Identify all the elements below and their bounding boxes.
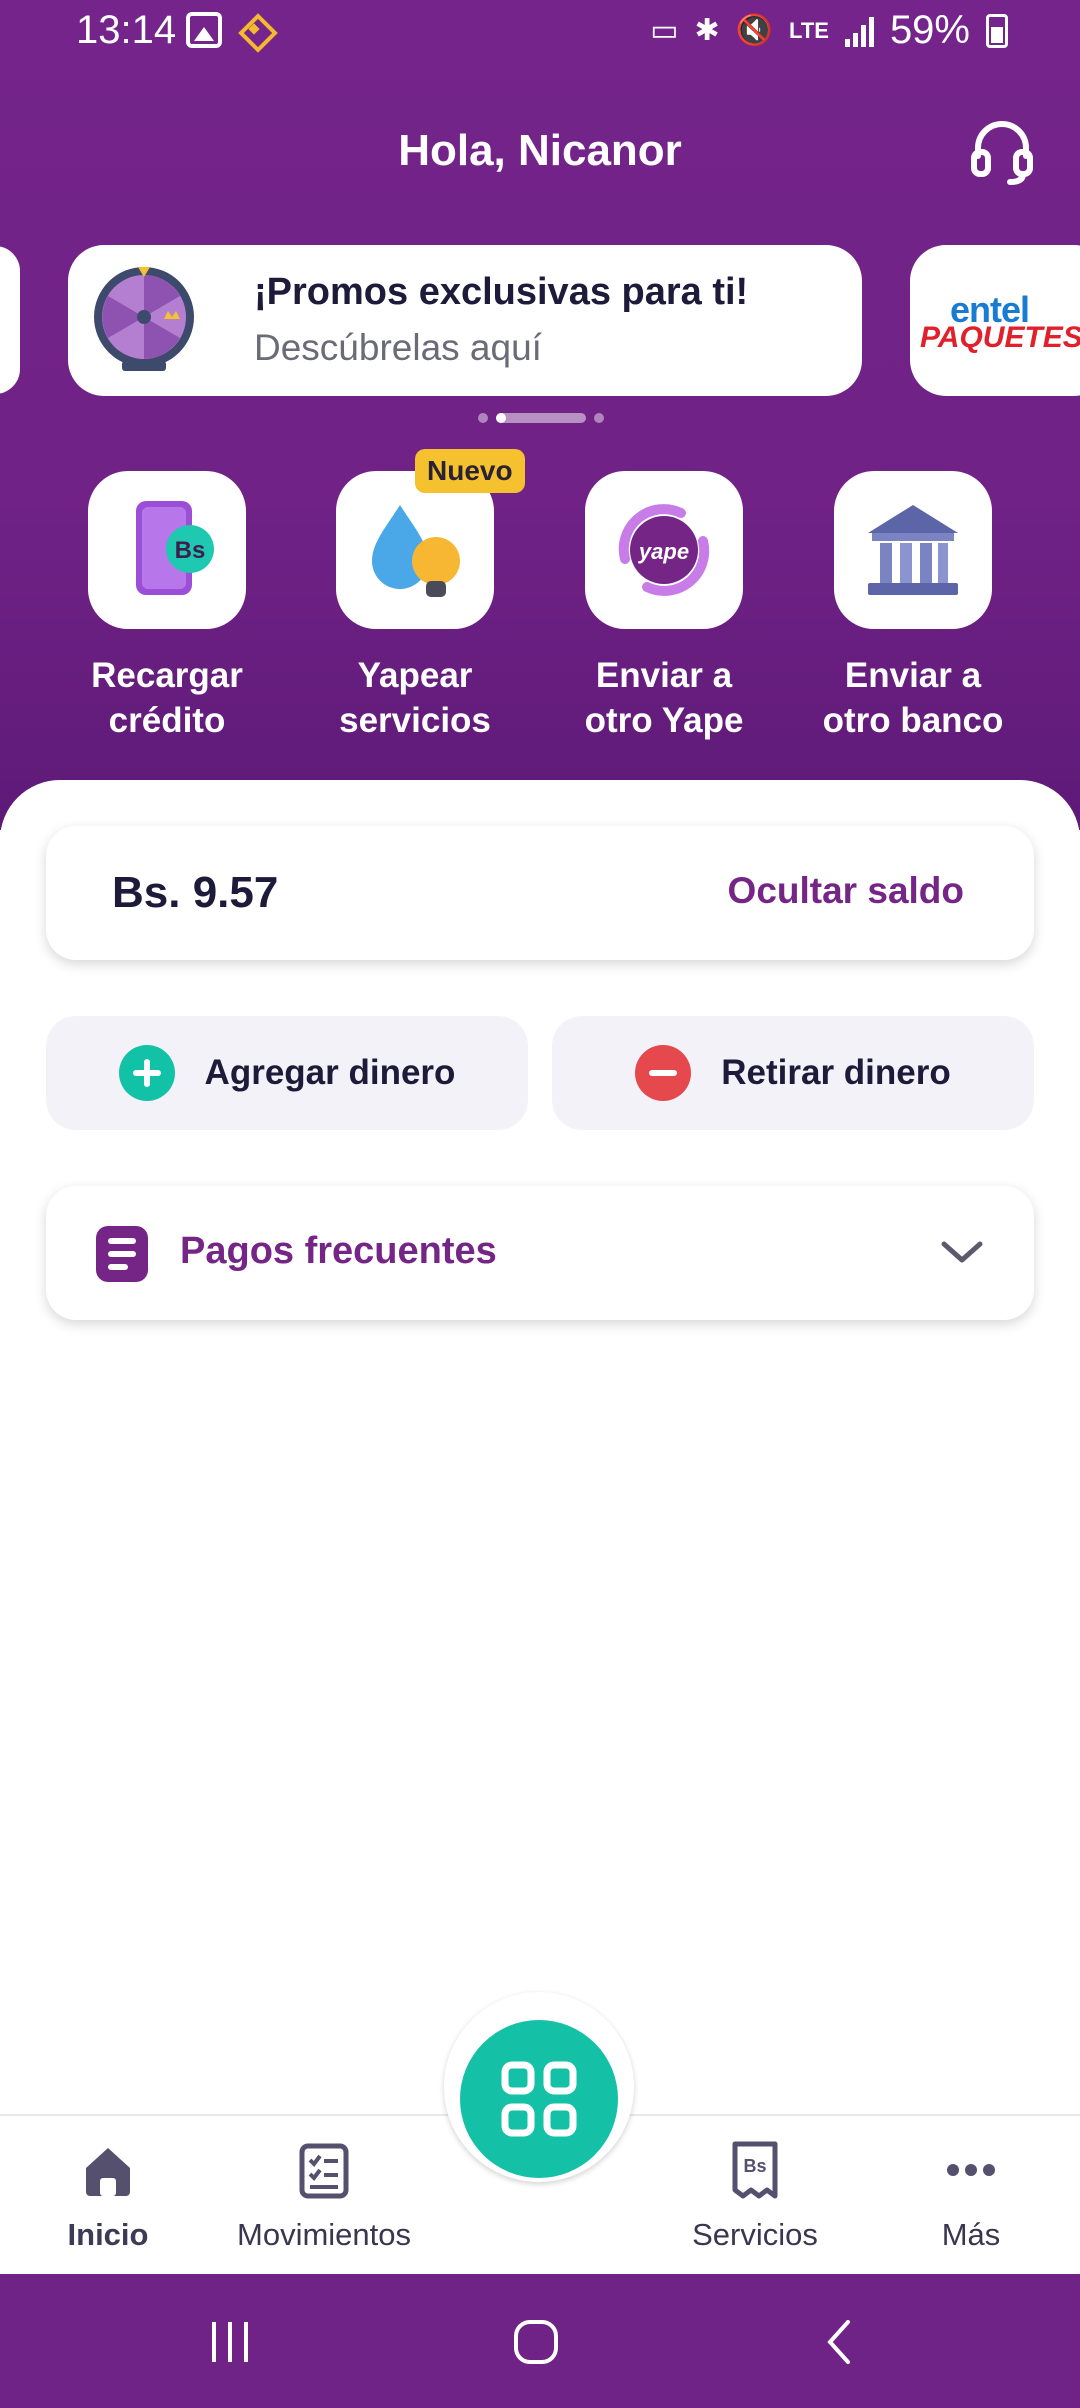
prize-wheel-icon bbox=[94, 267, 194, 371]
lock-icon: ▭ bbox=[650, 14, 679, 47]
promo-card-next[interactable]: entel PAQUETES bbox=[910, 245, 1080, 396]
svg-text:Bs: Bs bbox=[743, 2156, 766, 2176]
chevron-down-icon bbox=[941, 1241, 983, 1263]
nav-inicio[interactable]: Inicio bbox=[8, 2140, 208, 2253]
add-money-button[interactable]: Agregar dinero bbox=[46, 1016, 528, 1130]
action-label: crédito bbox=[108, 701, 226, 740]
binance-notification-icon bbox=[238, 13, 272, 47]
entel-paquetes-tag: PAQUETES bbox=[920, 321, 1080, 354]
carousel-indicator bbox=[478, 413, 604, 423]
promo-card-previous[interactable] bbox=[0, 246, 20, 394]
receipt-icon: Bs bbox=[732, 2141, 778, 2199]
bluetooth-icon: ✱ bbox=[694, 14, 720, 47]
nav-movimientos[interactable]: Movimientos bbox=[224, 2140, 424, 2253]
bank-icon bbox=[868, 505, 958, 595]
more-icon bbox=[947, 2164, 995, 2176]
withdraw-money-button[interactable]: Retirar dinero bbox=[552, 1016, 1034, 1130]
action-label: Yapear bbox=[357, 656, 473, 695]
promo-subtitle: Descúbrelas aquí bbox=[254, 327, 542, 368]
nav-servicios[interactable]: Bs Servicios bbox=[655, 2140, 855, 2253]
mute-icon: 🔇 bbox=[735, 14, 774, 47]
minus-circle-icon bbox=[635, 1045, 692, 1101]
headset-icon[interactable] bbox=[970, 118, 1034, 188]
action-enviar-otro-yape[interactable]: yape Enviar a otro Yape bbox=[546, 471, 782, 743]
document-list-icon bbox=[96, 1226, 148, 1282]
action-yapear-servicios[interactable]: Yapear servicios bbox=[297, 471, 533, 743]
lte-icon: LTE bbox=[789, 17, 829, 43]
system-navigation-bar bbox=[0, 2274, 1080, 2408]
carousel-dot-active bbox=[496, 413, 586, 423]
new-badge: Nuevo bbox=[415, 449, 525, 493]
status-time: 13:14 bbox=[76, 8, 177, 52]
nav-label: Movimientos bbox=[237, 2217, 411, 2252]
gallery-notification-icon bbox=[186, 12, 222, 48]
back-icon[interactable] bbox=[820, 2318, 860, 2366]
frequent-payments-dropdown[interactable]: Pagos frecuentes bbox=[46, 1186, 1034, 1320]
nav-label: Inicio bbox=[67, 2217, 149, 2252]
action-label: Enviar a bbox=[595, 656, 733, 695]
scan-qr-button[interactable] bbox=[460, 2020, 618, 2178]
recent-apps-icon[interactable] bbox=[206, 2318, 256, 2366]
nav-label: Servicios bbox=[692, 2217, 818, 2252]
plus-circle-icon bbox=[118, 1045, 175, 1101]
balance-card: Bs. 9.57 Ocultar saldo bbox=[46, 826, 1034, 960]
carousel-dot bbox=[478, 413, 488, 423]
action-label: Enviar a bbox=[844, 656, 982, 695]
qr-scan-icon bbox=[501, 2061, 577, 2137]
action-label: Recargar bbox=[91, 656, 243, 695]
nav-mas[interactable]: Más bbox=[871, 2140, 1071, 2253]
home-button-icon[interactable] bbox=[512, 2318, 560, 2366]
action-enviar-otro-banco[interactable]: Enviar a otro banco bbox=[795, 471, 1031, 743]
hide-balance-button[interactable]: Ocultar saldo bbox=[728, 870, 964, 912]
phone-recharge-icon: Bs bbox=[136, 501, 214, 595]
carousel-dot bbox=[594, 413, 604, 423]
yape-transfer-icon: yape bbox=[618, 504, 710, 596]
action-label: otro banco bbox=[822, 701, 1004, 740]
greeting-title: Hola, Nicanor bbox=[398, 126, 682, 175]
battery-percent: 59% bbox=[889, 8, 970, 52]
svg-text:Bs: Bs bbox=[175, 537, 206, 564]
promo-card[interactable]: ¡Promos exclusivas para ti! Descúbrelas … bbox=[68, 245, 862, 396]
frequent-payments-label: Pagos frecuentes bbox=[180, 1230, 497, 1272]
action-recargar-credito[interactable]: Bs Recargar crédito bbox=[49, 471, 285, 743]
home-icon bbox=[86, 2148, 130, 2196]
signal-icon bbox=[844, 15, 874, 47]
action-label: servicios bbox=[339, 701, 491, 740]
nav-label: Más bbox=[941, 2217, 1001, 2252]
svg-text:yape: yape bbox=[638, 539, 689, 564]
action-label: otro Yape bbox=[584, 701, 744, 740]
battery-icon bbox=[986, 13, 1008, 48]
balance-amount: Bs. 9.57 bbox=[112, 868, 279, 917]
water-bulb-icon bbox=[372, 505, 460, 597]
withdraw-money-label: Retirar dinero bbox=[721, 1053, 951, 1092]
add-money-label: Agregar dinero bbox=[204, 1053, 456, 1092]
checklist-icon bbox=[299, 2143, 349, 2199]
promo-title: ¡Promos exclusivas para ti! bbox=[254, 271, 749, 313]
status-bar: 13:14 ▭ ✱ 🔇 LTE 59% bbox=[0, 0, 1080, 64]
